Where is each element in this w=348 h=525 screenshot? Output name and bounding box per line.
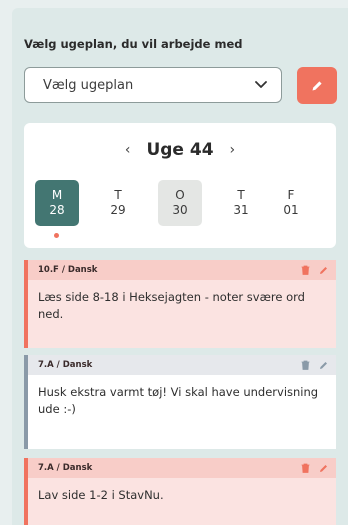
weekplan-select-value: Vælg ugeplan [43, 77, 134, 93]
note-text: Husk ekstra varmt tøj! Vi skal have unde… [38, 385, 319, 416]
week-navigation: ‹ Uge 44 › [24, 139, 336, 161]
has-notes-dot [54, 233, 59, 238]
day-date: 01 [283, 203, 299, 217]
note-card[interactable]: 7.A / Dansk Husk ekstra varmt tøj! Vi sk… [24, 355, 336, 449]
week-calendar: ‹ Uge 44 › M 28 T 29 O 30 T 31 F 01 [24, 123, 336, 248]
note-header: 7.A / Dansk [28, 355, 336, 375]
week-title: Uge 44 [146, 140, 214, 160]
note-card[interactable]: 7.A / Dansk Lav side 1-2 i StavNu. [24, 458, 336, 525]
chevron-down-icon [255, 81, 267, 88]
note-header: 10.F / Dansk [28, 260, 336, 280]
trash-icon[interactable] [301, 463, 310, 473]
pencil-icon[interactable] [319, 463, 328, 473]
day-tuesday[interactable]: T 29 [96, 180, 140, 226]
note-class-subject: 7.A / Dansk [38, 463, 93, 473]
day-letter: T [114, 188, 122, 202]
day-letter: F [287, 188, 295, 202]
note-card[interactable]: 10.F / Dansk Læs side 8-18 i Heksejagten… [24, 260, 336, 348]
day-friday[interactable]: F 01 [269, 180, 313, 226]
day-date: 28 [49, 203, 65, 217]
day-letter: T [237, 188, 245, 202]
edit-weekplan-button[interactable] [297, 67, 337, 104]
pencil-icon[interactable] [319, 360, 328, 370]
day-wednesday[interactable]: O 30 [158, 180, 202, 226]
day-date: 30 [172, 203, 188, 217]
trash-icon[interactable] [301, 265, 310, 275]
note-text: Lav side 1-2 i StavNu. [38, 488, 164, 502]
day-letter: O [175, 188, 185, 202]
pencil-icon[interactable] [319, 265, 328, 275]
note-class-subject: 10.F / Dansk [38, 265, 98, 275]
weekplan-select[interactable]: Vælg ugeplan [24, 67, 282, 103]
note-class-subject: 7.A / Dansk [38, 360, 93, 370]
chevron-right-icon[interactable]: › [230, 142, 236, 158]
plan-selector-heading: Vælg ugeplan, du vil arbejde med [24, 37, 243, 51]
note-header: 7.A / Dansk [28, 458, 336, 478]
day-letter: M [51, 188, 63, 202]
chevron-left-icon[interactable]: ‹ [125, 142, 131, 158]
day-date: 29 [110, 203, 126, 217]
day-monday[interactable]: M 28 [35, 180, 79, 226]
pencil-icon [312, 80, 322, 90]
day-thursday[interactable]: T 31 [219, 180, 263, 226]
day-date: 31 [233, 203, 249, 217]
trash-icon[interactable] [301, 360, 310, 370]
note-text: Læs side 8-18 i Heksejagten - noter svær… [38, 290, 305, 321]
